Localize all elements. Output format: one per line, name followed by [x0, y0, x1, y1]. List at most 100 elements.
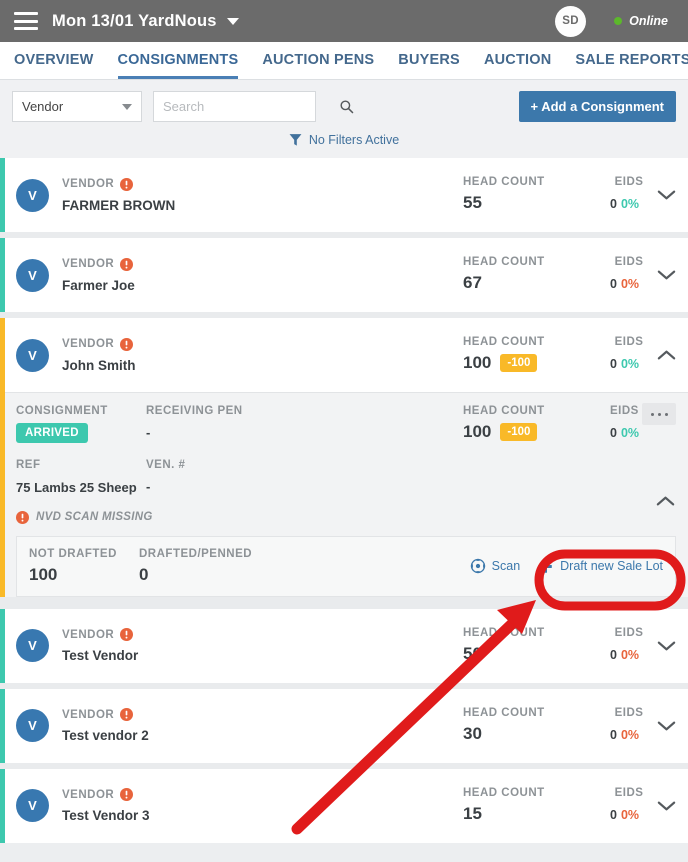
filters-status[interactable]: No Filters Active	[12, 122, 676, 158]
tab-sale-reports[interactable]: SALE REPORTS	[575, 52, 688, 79]
search-input[interactable]	[163, 99, 339, 114]
head-count-label: HEAD COUNT	[463, 256, 545, 268]
vendor-row-header[interactable]: V VENDOR FARMER BROWN HEAD COUNT 55 EIDS…	[5, 158, 688, 232]
vendor-label-row: VENDOR	[62, 788, 150, 802]
tab-overview[interactable]: OVERVIEW	[14, 52, 94, 79]
vendor-info: VENDOR Test Vendor 3	[62, 788, 150, 823]
tab-auction-pens[interactable]: AUCTION PENS	[262, 52, 374, 79]
chevron-down-icon[interactable]	[657, 640, 676, 652]
nvd-warning-text: NVD SCAN MISSING	[36, 511, 153, 524]
chevron-down-icon[interactable]	[657, 800, 676, 812]
consignment-detail: CONSIGNMENT ARRIVED RECEIVING PEN - HEAD…	[5, 392, 688, 597]
vendor-row-header[interactable]: V VENDOR Farmer Joe HEAD COUNT 67 EIDS 0…	[5, 238, 688, 312]
head-count-metric: HEAD COUNT 55	[463, 176, 545, 213]
head-count-metric: HEAD COUNT 67	[463, 256, 545, 293]
vendor-label-row: VENDOR	[62, 337, 136, 351]
vendor-row-header[interactable]: V VENDOR John Smith HEAD COUNT 100 -100 …	[5, 318, 688, 392]
eids-label: EIDS	[614, 626, 644, 639]
vendor-type-select[interactable]: Vendor	[12, 91, 142, 122]
vendor-info: VENDOR Test Vendor	[62, 628, 138, 663]
vendor-card: V VENDOR Test Vendor HEAD COUNT 50 EIDS …	[0, 608, 688, 683]
vendor-label: VENDOR	[62, 258, 115, 270]
hamburger-menu-icon[interactable]	[14, 12, 38, 30]
ven-no-value: -	[146, 479, 151, 494]
vendor-info: VENDOR Test vendor 2	[62, 708, 149, 743]
chevron-down-icon[interactable]	[657, 720, 676, 732]
head-count-metric: HEAD COUNT 50	[463, 627, 545, 664]
head-count-delta-badge: -100	[500, 422, 538, 442]
eids-count: 0	[610, 727, 617, 742]
head-count-label: HEAD COUNT	[463, 405, 545, 417]
chevron-up-icon[interactable]	[656, 495, 675, 507]
head-count-metric: HEAD COUNT 30	[463, 707, 545, 744]
eids-label: EIDS	[614, 706, 644, 719]
filter-row: Vendor + Add a Consignment	[12, 91, 676, 122]
head-count-label: HEAD COUNT	[463, 706, 545, 719]
vendor-label-row: VENDOR	[62, 708, 149, 722]
chevron-down-icon[interactable]	[226, 17, 239, 25]
vendor-row-header[interactable]: V VENDOR Test Vendor 3 HEAD COUNT 15 EID…	[5, 769, 688, 843]
warning-icon	[120, 257, 134, 271]
not-drafted-label: NOT DRAFTED	[29, 547, 117, 560]
filters-status-label: No Filters Active	[308, 133, 400, 147]
consignment-ref-row: REF 75 Lambs 25 Sheep VEN. # -	[16, 459, 676, 506]
top-bar: Mon 13/01 YardNous SD Online	[0, 0, 688, 42]
head-count-label: HEAD COUNT	[463, 336, 545, 348]
scan-button[interactable]: Scan	[470, 558, 520, 574]
vendor-card: V VENDOR Test vendor 2 HEAD COUNT 30 EID…	[0, 688, 688, 763]
vendor-row-header[interactable]: V VENDOR Test vendor 2 HEAD COUNT 30 EID…	[5, 689, 688, 763]
receiving-pen-value: -	[146, 425, 151, 440]
vendor-label-row: VENDOR	[62, 257, 135, 271]
chevron-down-icon	[122, 103, 132, 110]
sale-title: Mon 13/01 YardNous	[52, 11, 217, 30]
vendor-avatar-icon: V	[16, 789, 49, 823]
draft-new-sale-lot-label: Draft new Sale Lot	[560, 559, 663, 574]
eids-value: 0 0%	[610, 728, 648, 742]
eids-percent: 0%	[620, 727, 640, 742]
consignment-eids: EIDS 0 0%	[610, 405, 639, 440]
eids-count: 0	[610, 357, 617, 371]
chevron-up-icon[interactable]	[657, 349, 676, 361]
vendor-label: VENDOR	[62, 708, 115, 721]
chevron-down-icon[interactable]	[657, 189, 676, 201]
eids-metric: EIDS 0 0%	[610, 176, 648, 211]
head-count-label: HEAD COUNT	[463, 626, 545, 639]
search-icon[interactable]	[339, 99, 354, 114]
drafted-penned-col: DRAFTED/PENNED 0	[139, 548, 339, 585]
vendor-row-header[interactable]: V VENDOR Test Vendor HEAD COUNT 50 EIDS …	[5, 609, 688, 683]
tab-buyers[interactable]: BUYERS	[398, 52, 460, 79]
tab-auction[interactable]: AUCTION	[484, 52, 551, 79]
chevron-down-icon[interactable]	[657, 269, 676, 281]
ellipsis-icon[interactable]	[642, 403, 676, 425]
warning-icon	[120, 177, 134, 191]
head-count-value: 100 -100	[463, 353, 545, 373]
vendor-label-row: VENDOR	[62, 628, 138, 642]
eids-count: 0	[610, 277, 617, 291]
head-count-value: 100 -100	[463, 422, 545, 442]
vendor-card: V VENDOR FARMER BROWN HEAD COUNT 55 EIDS…	[0, 158, 688, 232]
eids-count: 0	[610, 197, 617, 211]
avatar[interactable]: SD	[555, 5, 587, 37]
app-root: Mon 13/01 YardNous SD Online OVERVIEW CO…	[0, 0, 688, 862]
head-count-delta-badge: -100	[500, 353, 538, 373]
vendor-name: FARMER BROWN	[62, 197, 176, 213]
draft-new-sale-lot-button[interactable]: Draft new Sale Lot	[538, 559, 663, 574]
vendor-label: VENDOR	[62, 788, 115, 801]
eids-label: EIDS	[614, 176, 644, 188]
eids-value: 0 0%	[610, 648, 648, 662]
eids-percent: 0%	[620, 277, 640, 291]
eids-count: 0	[610, 647, 617, 662]
vendor-name: Test Vendor	[62, 648, 139, 664]
add-consignment-button[interactable]: + Add a Consignment	[518, 91, 676, 122]
search-box[interactable]	[153, 91, 354, 122]
ref-col: REF 75 Lambs 25 Sheep	[16, 459, 146, 497]
consignment-status-col: CONSIGNMENT ARRIVED	[16, 405, 146, 443]
head-count-metric: HEAD COUNT 15	[463, 787, 545, 824]
consignment-head-count: HEAD COUNT 100 -100	[463, 405, 545, 442]
eids-value: 0 0%	[610, 197, 648, 211]
vendor-label: VENDOR	[62, 178, 115, 190]
tab-consignments[interactable]: CONSIGNMENTS	[117, 52, 239, 79]
vendor-label: VENDOR	[62, 628, 115, 641]
head-count-value: 55	[463, 193, 482, 212]
vendor-card: V VENDOR Test Vendor 3 HEAD COUNT 15 EID…	[0, 768, 688, 843]
